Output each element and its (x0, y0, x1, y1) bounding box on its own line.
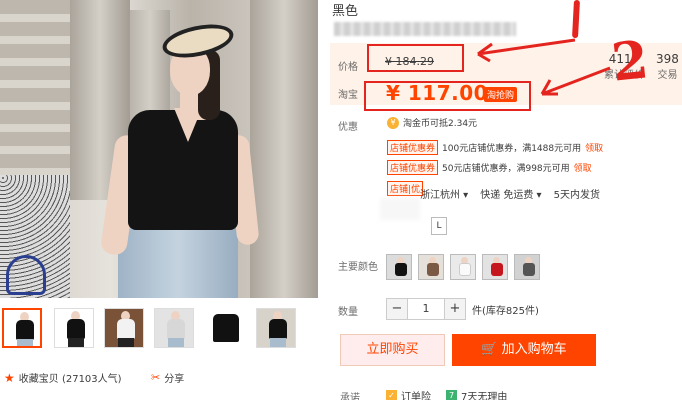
ship-from[interactable]: 浙江杭州 ▾ (420, 186, 468, 201)
coupon-row-2: 店铺优惠券 50元店铺优惠券，满998元可用 领取 (387, 160, 592, 175)
coupon-row-1: 店铺优惠券 100元店铺优惠券，满1488元可用 领取 (387, 140, 603, 155)
coupon-text: 50元店铺优惠券，满998元可用 (442, 164, 570, 174)
deal-count: 398 (656, 52, 679, 66)
thumb-figure (269, 319, 287, 339)
model-pants (118, 226, 238, 298)
deal-label: 交易 (657, 70, 678, 81)
annotation-mark-2: 2 (608, 29, 652, 94)
swatch-figure (459, 263, 471, 276)
collect-label: 收藏宝贝 (27103人气) (18, 374, 122, 385)
taobao-price-label: 淘宝 (338, 90, 358, 101)
coin-row: ¥ 淘金币可抵2.34元 (387, 116, 477, 129)
size-option-l[interactable]: L (431, 217, 447, 235)
share-label: 分享 (164, 374, 185, 385)
quantity-label: 数量 (338, 307, 358, 318)
thumbnail-1[interactable] (2, 308, 42, 348)
claim-link[interactable]: 领取 (585, 141, 603, 154)
ship-fee[interactable]: 快递 免运费 ▾ (480, 186, 541, 201)
coin-icon: ¥ (387, 116, 399, 129)
ship-time: 5天内发货 (553, 190, 600, 201)
blur-patch (380, 198, 420, 220)
coupon-tag: 店铺优惠券 (387, 140, 439, 155)
color-swatch-2[interactable] (418, 254, 444, 280)
swatch-figure (491, 263, 503, 276)
coin-text: 淘金币可抵2.34元 (403, 119, 478, 129)
seven-day-icon: 7 (446, 390, 457, 400)
color-label: 主要颜色 (338, 262, 378, 273)
share-icon: ✂ (151, 371, 161, 384)
promise-label: 承诺 (340, 393, 360, 400)
buy-now-button[interactable]: 立即购买 (340, 334, 445, 366)
annotation-box-1 (367, 44, 464, 72)
price-label: 价格 (338, 62, 358, 73)
thumb-figure (67, 319, 85, 339)
add-to-cart-button[interactable]: 🛒 加入购物车 (452, 334, 596, 366)
stock-text: 件(库存825件) (472, 306, 539, 317)
color-swatch-1[interactable] (386, 254, 412, 280)
promise-return[interactable]: 7 7天无理由 (446, 388, 507, 400)
cart-icon: 🛒 (481, 342, 498, 357)
swatch-figure (523, 263, 535, 276)
color-swatch-3[interactable] (450, 254, 476, 280)
quantity-increase-button[interactable]: + (444, 298, 466, 320)
share-item[interactable]: ✂ 分享 (151, 370, 184, 385)
color-swatch-4[interactable] (482, 254, 508, 280)
thumb-figure (117, 319, 135, 339)
arrow-line (541, 66, 611, 96)
claim-link[interactable]: 领取 (574, 161, 592, 174)
annotation-mark-1 (572, 0, 580, 39)
quantity-input[interactable]: 1 (408, 298, 444, 320)
background-pillar (250, 0, 318, 298)
promise-insurance[interactable]: ✓ 订单险 (386, 388, 431, 400)
annotation-arrow-2 (540, 66, 611, 96)
model-bag (6, 255, 46, 295)
quantity-decrease-button[interactable]: − (386, 298, 408, 320)
swatch-figure (395, 263, 407, 276)
annotation-box-2 (364, 81, 531, 111)
product-title: 黑色 (332, 4, 359, 19)
thumb-figure (118, 338, 134, 347)
coupon-text: 100元店铺优惠券，满1488元可用 (442, 144, 582, 154)
insurance-icon: ✓ (386, 390, 397, 400)
thumb-figure (168, 338, 184, 347)
annotation-arrow-1 (477, 38, 576, 63)
star-icon: ★ (4, 370, 15, 385)
thumb-figure (213, 314, 239, 342)
collect-item[interactable]: ★ 收藏宝贝 (27103人气) (4, 370, 122, 386)
promise-insurance-label: 订单险 (401, 392, 431, 400)
coupon-row-3: 店铺|优 (387, 181, 424, 196)
background-stairs (0, 0, 70, 190)
main-product-image[interactable] (0, 0, 318, 298)
thumb-figure (16, 320, 34, 340)
add-to-cart-label: 加入购物车 (501, 342, 567, 357)
thumbnail-5[interactable] (205, 308, 245, 348)
thumbnail-6[interactable] (256, 308, 296, 348)
shipping-row: 浙江杭州 ▾ 快递 免运费 ▾ 5天内发货 (420, 186, 600, 201)
coupon-tag: 店铺|优 (387, 181, 424, 196)
thumb-figure (17, 339, 33, 346)
thumb-figure (270, 338, 286, 347)
coupon-tag: 店铺优惠券 (387, 160, 439, 175)
thumb-figure (167, 319, 185, 339)
arrow-line (477, 38, 576, 56)
thumbnail-3[interactable] (104, 308, 144, 348)
thumbnail-4[interactable] (154, 308, 194, 348)
thumb-figure (68, 338, 84, 347)
promo-label: 优惠 (338, 122, 358, 133)
swatch-figure (427, 263, 439, 276)
thumbnail-2[interactable] (54, 308, 94, 348)
promise-return-label: 7天无理由 (461, 392, 508, 400)
color-swatch-5[interactable] (514, 254, 540, 280)
stat-deals[interactable]: 398 交易 (656, 52, 679, 81)
